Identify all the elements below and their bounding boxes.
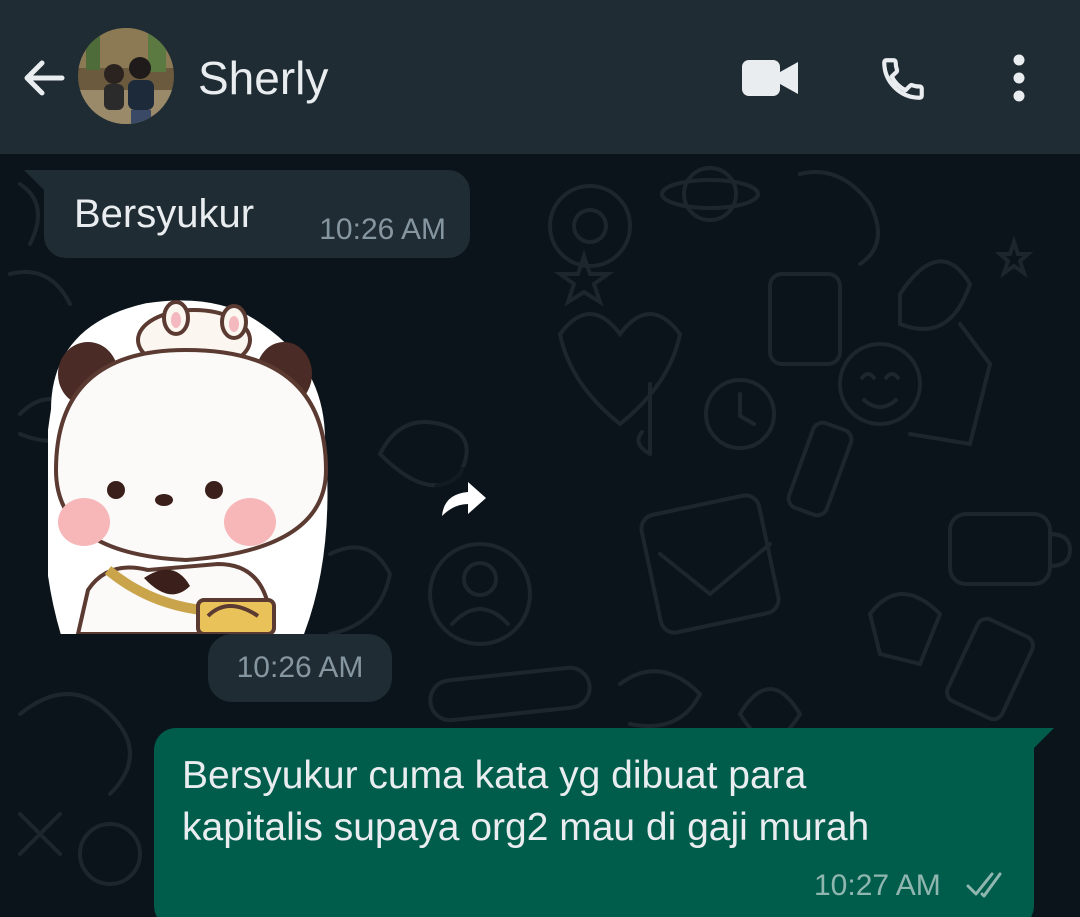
message-text: Bersyukur cuma kata yg dibuat para kapit… xyxy=(182,750,1002,854)
message-text: Bersyukur xyxy=(74,192,255,236)
voice-call-icon[interactable] xyxy=(878,54,928,104)
sticker-time: 10:26 AM xyxy=(208,634,392,702)
outgoing-message[interactable]: Bersyukur cuma kata yg dibuat para kapit… xyxy=(154,728,1054,917)
message-line: kapitalis supaya org2 mau di gaji murah xyxy=(182,806,870,849)
chat-header: Sherly xyxy=(0,0,1080,154)
incoming-message[interactable]: Bersyukur 10:26 AM xyxy=(24,170,470,258)
back-arrow-icon[interactable] xyxy=(18,52,70,104)
chat-area: Bersyukur 10:26 AM 10:26 AM Bersyukur cu… xyxy=(0,154,1080,917)
avatar[interactable] xyxy=(78,28,174,124)
video-call-icon[interactable] xyxy=(742,58,800,98)
message-time: 10:26 AM xyxy=(319,213,446,246)
message-line: Bersyukur cuma kata yg dibuat para xyxy=(182,754,807,797)
bear-sticker[interactable] xyxy=(48,300,338,634)
forward-icon[interactable] xyxy=(430,466,500,536)
more-options-icon[interactable] xyxy=(1008,54,1030,104)
read-double-check-icon xyxy=(966,872,1002,898)
contact-name[interactable]: Sherly xyxy=(198,50,328,106)
message-time: 10:27 AM xyxy=(814,869,941,902)
